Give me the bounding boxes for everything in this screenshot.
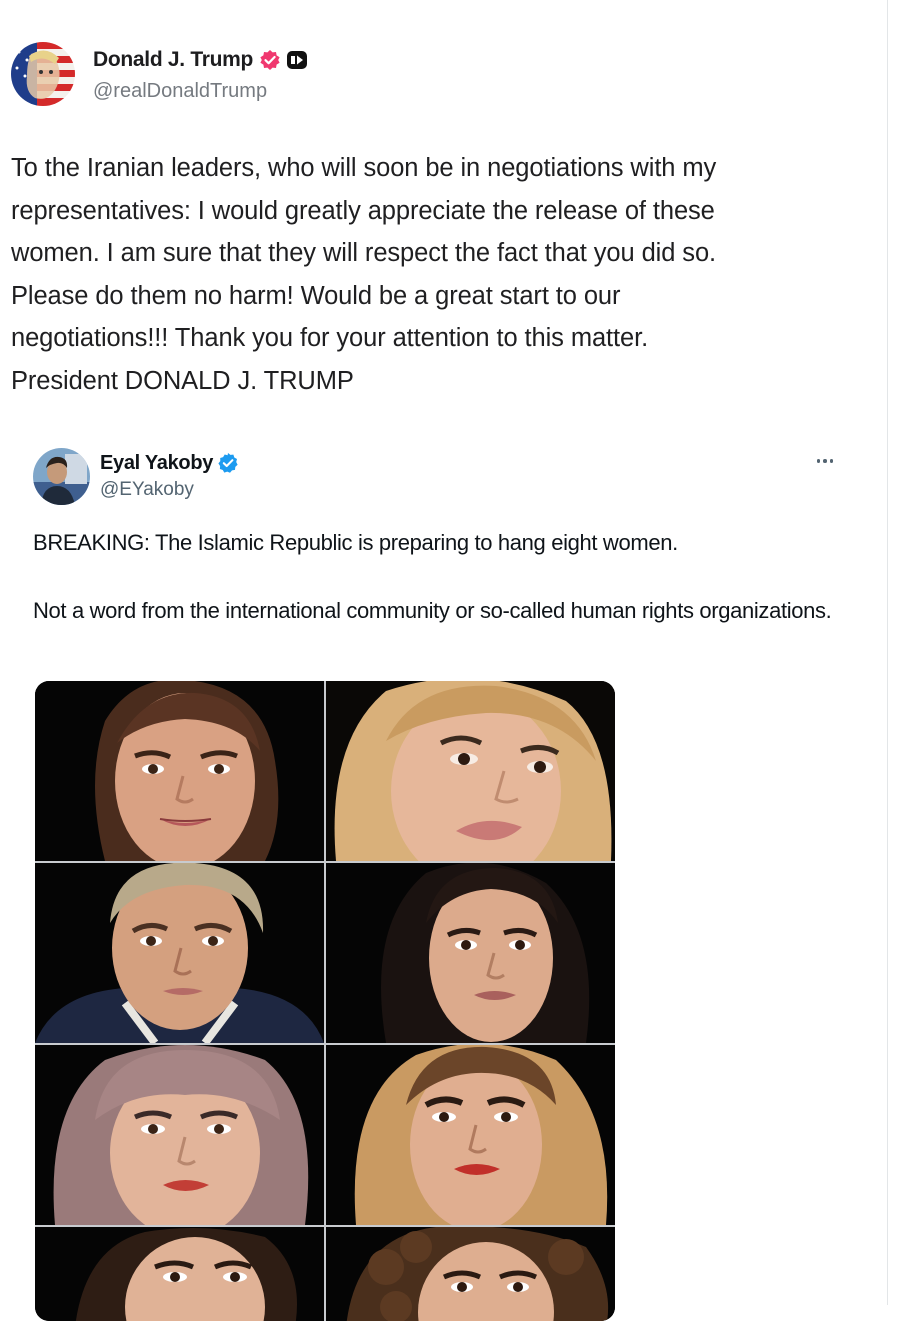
photo-1[interactable] bbox=[35, 681, 324, 861]
verified-badge-icon bbox=[259, 49, 281, 71]
photo-2[interactable] bbox=[326, 681, 615, 861]
blue-check-icon bbox=[217, 452, 239, 474]
right-divider bbox=[887, 0, 888, 1305]
photo-7[interactable] bbox=[35, 1227, 324, 1321]
photo-4[interactable] bbox=[326, 863, 615, 1043]
quoted-author-handle[interactable]: @EYakoby bbox=[100, 479, 194, 501]
post-text: To the Iranian leaders, who will soon be… bbox=[11, 154, 717, 395]
quoted-author-row: Eyal Yakoby bbox=[100, 449, 239, 477]
author-avatar[interactable] bbox=[11, 42, 75, 106]
quoted-author-avatar[interactable] bbox=[33, 448, 90, 505]
photo-3[interactable] bbox=[35, 863, 324, 1043]
quoted-text-line1: BREAKING: The Islamic Republic is prepar… bbox=[33, 530, 678, 555]
author-name[interactable]: Donald J. Trump bbox=[93, 48, 253, 72]
quoted-text-line2: Not a word from the international commun… bbox=[33, 598, 832, 623]
photo-8[interactable] bbox=[326, 1227, 615, 1321]
author-handle[interactable]: @realDonaldTrump bbox=[93, 80, 267, 103]
photo-6[interactable] bbox=[326, 1045, 615, 1225]
author-name-row: Donald J. Trump bbox=[93, 45, 308, 75]
more-horizontal-icon[interactable] bbox=[810, 448, 840, 474]
photo-5[interactable] bbox=[35, 1045, 324, 1225]
quoted-author-name[interactable]: Eyal Yakoby bbox=[100, 452, 213, 475]
bot-badge-icon bbox=[286, 49, 308, 71]
photo-grid bbox=[35, 681, 615, 1321]
